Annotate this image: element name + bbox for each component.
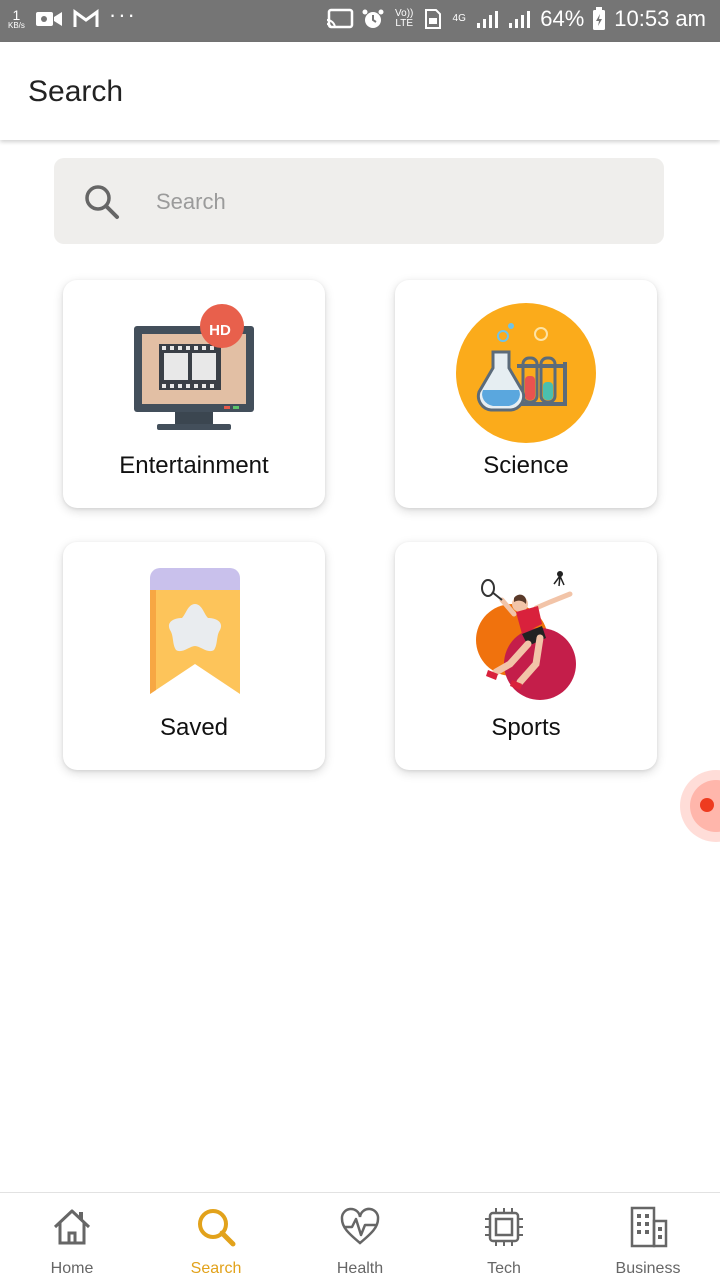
status-bar: 1 KB/s ··· Vo)) LTE 4G 64% 10:53 am — [0, 0, 720, 42]
badminton-player-icon — [476, 571, 576, 700]
nav-item-business[interactable]: Business — [576, 1193, 720, 1281]
category-label: Sports — [491, 714, 561, 741]
video-camera-icon — [35, 12, 62, 26]
network-speed-unit: KB/s — [8, 21, 25, 30]
nav-item-home[interactable]: Home — [0, 1193, 144, 1281]
nav-label: Business — [615, 1260, 681, 1277]
bookmark-star-icon — [150, 568, 240, 694]
home-icon — [53, 1209, 91, 1245]
signal-icon — [477, 11, 499, 28]
nav-item-search[interactable]: Search — [144, 1193, 288, 1281]
nav-label: Health — [336, 1260, 384, 1277]
hd-badge: HD — [209, 322, 231, 339]
category-card-entertainment[interactable]: HD Entertainment — [63, 280, 325, 508]
more-notifications-icon: ··· — [108, 2, 137, 27]
network-speed-value: 1 — [12, 7, 21, 23]
building-icon — [630, 1206, 668, 1248]
cast-icon — [327, 8, 354, 29]
category-label: Saved — [159, 714, 229, 741]
category-card-saved[interactable]: Saved — [63, 542, 325, 770]
gmail-icon — [73, 9, 99, 27]
category-label: Science — [483, 452, 569, 479]
battery-icon — [593, 7, 606, 30]
category-grid: HD Entertainment Science Saved Sports — [30, 250, 690, 788]
nav-label: Tech — [487, 1260, 521, 1277]
category-label: Entertainment — [119, 452, 269, 479]
category-card-sports[interactable]: Sports — [395, 542, 657, 770]
nav-item-tech[interactable]: Tech — [432, 1193, 576, 1281]
search-icon — [198, 1209, 236, 1247]
search-icon — [85, 185, 119, 219]
heart-pulse-icon — [340, 1207, 380, 1245]
sim-card-icon — [425, 9, 442, 29]
lab-flasks-icon — [456, 303, 596, 443]
nav-item-health[interactable]: Health — [288, 1193, 432, 1281]
app-bar: Search — [0, 42, 720, 140]
clock: 10:53 am — [614, 6, 706, 31]
signal-icon-2 — [509, 11, 531, 28]
network-speed: 1 KB/s — [8, 8, 25, 30]
battery-percent: 64% — [540, 6, 585, 31]
bottom-navigation: Home Search Health Tech Business — [0, 1192, 720, 1281]
record-dot-icon — [700, 798, 714, 812]
nav-label: Home — [50, 1260, 94, 1277]
search-bar[interactable] — [54, 158, 664, 244]
search-input[interactable] — [154, 180, 638, 224]
hd-monitor-icon — [134, 304, 254, 430]
volte-indicator: Vo)) LTE — [395, 8, 414, 29]
nav-label: Search — [190, 1260, 242, 1277]
chip-icon — [485, 1208, 523, 1246]
alarm-icon — [362, 9, 384, 28]
network-type: 4G — [452, 13, 466, 24]
category-card-science[interactable]: Science — [395, 280, 657, 508]
page-title: Search — [28, 75, 124, 108]
